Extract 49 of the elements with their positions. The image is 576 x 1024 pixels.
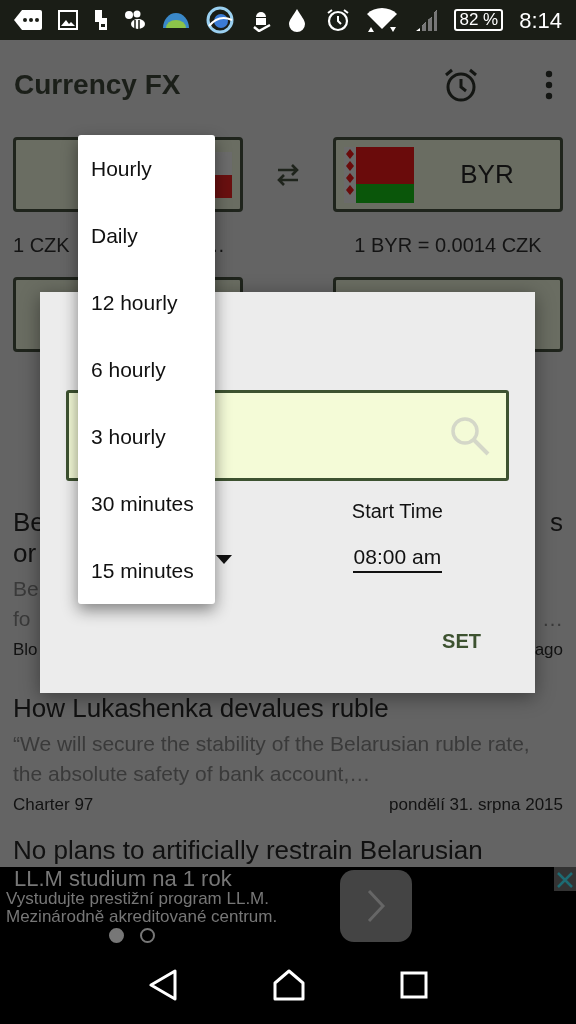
rate-text: 1 BYR = 0.0014 CZK — [354, 234, 542, 256]
message-icon — [14, 9, 42, 31]
news-source: Blo — [13, 640, 38, 660]
phone-icon — [94, 9, 108, 31]
bee-icon — [124, 10, 146, 30]
start-time-label: Start Time — [351, 499, 443, 524]
news-summary: … — [542, 606, 563, 632]
globe-icon — [162, 11, 190, 29]
more-menu-icon[interactable] — [545, 70, 553, 100]
ad-text: Vystudujte prestižní program LL.M. — [6, 890, 269, 908]
set-button[interactable]: SET — [432, 618, 491, 664]
rate-text: 1 CZK — [13, 233, 70, 257]
app-title: Currency FX — [14, 68, 182, 102]
battery-indicator: 82 % — [454, 9, 504, 31]
news-time: pondělí 31. srpna 2015 — [389, 795, 563, 815]
ad-title[interactable]: LL.M studium na 1 rok — [14, 867, 232, 890]
menu-item[interactable]: 6 hourly — [78, 336, 215, 403]
recents-icon[interactable] — [400, 970, 429, 999]
flag-icon — [344, 146, 414, 203]
home-icon[interactable] — [273, 968, 305, 1001]
status-time: 8:14 — [519, 6, 562, 35]
next-button[interactable] — [340, 870, 412, 942]
menu-item[interactable]: 15 minutes — [78, 537, 215, 604]
ad-text: Mezinárodně akreditované centrum. — [6, 908, 278, 926]
news-title: s — [550, 507, 563, 538]
news-time: ago — [534, 640, 563, 660]
signal-icon — [414, 8, 439, 32]
page-dot[interactable] — [109, 928, 124, 943]
menu-item[interactable]: 30 minutes — [78, 470, 215, 537]
time-field[interactable]: 08:00 am — [352, 543, 443, 573]
swap-icon[interactable] — [276, 161, 300, 188]
news-title: or — [13, 538, 37, 569]
back-icon[interactable] — [147, 968, 178, 1001]
dropdown-caret-icon[interactable] — [216, 555, 232, 564]
app-logo-icon — [206, 6, 234, 34]
news-source: Charter 97 — [13, 795, 94, 815]
alarm-icon — [326, 8, 351, 32]
search-icon — [450, 415, 490, 456]
image-icon — [58, 10, 78, 30]
menu-item[interactable]: Hourly — [78, 135, 215, 202]
currency-button[interactable]: BYR — [333, 137, 563, 212]
menu-item[interactable]: 12 hourly — [78, 269, 215, 336]
alarm-icon[interactable] — [443, 67, 479, 103]
menu-item[interactable]: 3 hourly — [78, 403, 215, 470]
menu-item[interactable]: Daily — [78, 202, 215, 269]
wifi-icon — [366, 7, 399, 33]
water-drop-icon — [288, 8, 306, 32]
chevron-icon — [366, 889, 386, 923]
page-dot[interactable] — [140, 928, 155, 943]
